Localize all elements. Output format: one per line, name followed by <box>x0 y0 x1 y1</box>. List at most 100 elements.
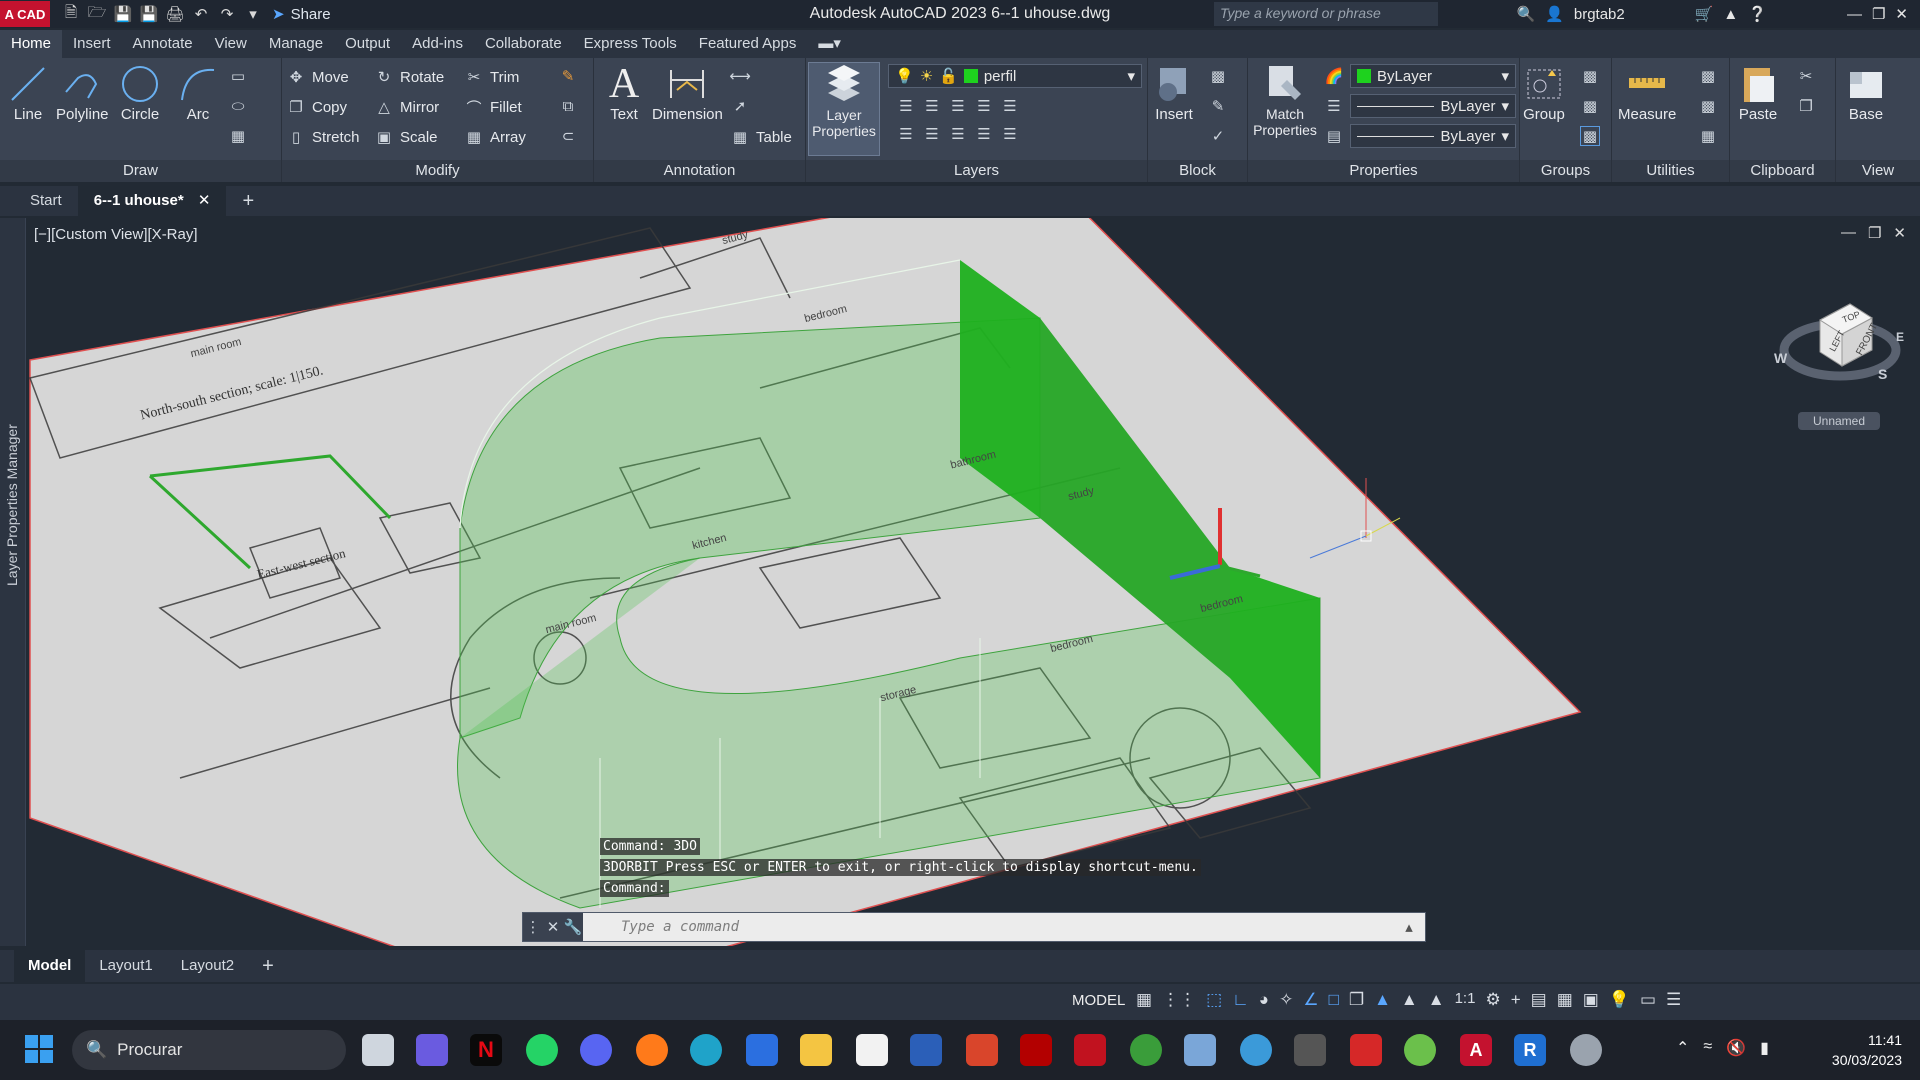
search-icon[interactable]: 🔍 <box>1516 5 1535 23</box>
netflix-icon[interactable]: N <box>470 1034 502 1066</box>
calculator-icon[interactable]: ▦ <box>1698 126 1718 146</box>
create-block-icon[interactable]: ▩ <box>1208 66 1228 86</box>
restore-icon[interactable]: ❐ <box>1868 224 1881 242</box>
autocad-taskbar-icon[interactable]: A <box>1460 1034 1492 1066</box>
layer-dropdown[interactable]: 💡 ☀ 🔓 perfil ▾ <box>888 64 1142 88</box>
battery-icon[interactable]: ▮ <box>1760 1038 1769 1058</box>
layer-on-icon[interactable]: ☰ <box>896 124 916 144</box>
selection-cycling-icon[interactable]: ❐ <box>1349 990 1364 1010</box>
customize-wrench-icon[interactable]: 🔧 <box>563 917 583 937</box>
compass-east[interactable]: E <box>1896 330 1904 344</box>
object-snap-icon[interactable]: □ <box>1329 990 1339 1010</box>
match-properties-button[interactable]: Match Properties <box>1252 62 1318 138</box>
file-explorer-icon[interactable] <box>800 1034 832 1066</box>
help-icon[interactable]: ❔ <box>1748 5 1767 23</box>
quick-properties-icon[interactable]: ▦ <box>1557 990 1573 1010</box>
array-button[interactable]: ▦ Array <box>464 124 526 150</box>
workspace-gear-icon[interactable]: ⚙ <box>1485 990 1500 1010</box>
properties-panel-title[interactable]: Properties <box>1248 160 1519 182</box>
line-button[interactable]: Line <box>6 62 50 123</box>
powerpoint-icon[interactable] <box>966 1034 998 1066</box>
offset-icon[interactable]: ⊂ <box>558 126 578 146</box>
linetype-dropdown[interactable]: ByLayer ▾ <box>1350 94 1516 118</box>
rotate-button[interactable]: ↻ Rotate <box>374 64 445 90</box>
lineweight-dropdown[interactable]: ByLayer ▾ <box>1350 124 1516 148</box>
system-clock[interactable]: 11:41 30/03/2023 <box>1832 1030 1902 1070</box>
groups-panel-title[interactable]: Groups <box>1520 160 1611 182</box>
share-button[interactable]: ➤ Share <box>272 5 331 24</box>
lock-ui-icon[interactable]: ▣ <box>1583 990 1599 1010</box>
globe-app-icon[interactable] <box>1240 1034 1272 1066</box>
compass-west[interactable]: W <box>1774 350 1787 366</box>
tab-collaborate[interactable]: Collaborate <box>474 30 573 58</box>
modify-panel-title[interactable]: Modify <box>282 160 593 182</box>
leader-icon[interactable]: ➚ <box>730 96 750 116</box>
match-layer-icon[interactable]: ☰ <box>1000 124 1020 144</box>
group-edit-icon[interactable]: ▩ <box>1580 96 1600 116</box>
teams-icon[interactable] <box>416 1034 448 1066</box>
edge-icon[interactable] <box>690 1034 722 1066</box>
arc-button[interactable]: Arc <box>176 62 220 123</box>
layer-lock-icon[interactable]: ☰ <box>974 96 994 116</box>
layer-unlock-icon[interactable]: ☰ <box>974 124 994 144</box>
ungroup-icon[interactable]: ▩ <box>1580 66 1600 86</box>
make-current-icon[interactable]: ☰ <box>1000 96 1020 116</box>
customize-menu-icon[interactable]: ☰ <box>1666 990 1681 1010</box>
3d-viewer-icon[interactable] <box>1184 1034 1216 1066</box>
tab-layout1[interactable]: Layout1 <box>85 950 166 982</box>
new-file-icon[interactable]: 🗎 <box>58 1 84 27</box>
save-as-icon[interactable]: 💾 <box>136 1 162 27</box>
model-space-toggle[interactable]: MODEL <box>1072 992 1125 1009</box>
snap-icon[interactable]: ⋮⋮ <box>1162 990 1196 1010</box>
layer-unisolate-icon[interactable]: ☰ <box>922 124 942 144</box>
redo-icon[interactable]: ↷ <box>214 1 240 27</box>
lineweight-icon[interactable]: ☰ <box>1324 96 1344 116</box>
base-view-button[interactable]: Base <box>1844 62 1888 123</box>
isolate-objects-icon[interactable]: 💡 <box>1609 990 1630 1010</box>
explode-icon[interactable]: ⧉ <box>558 96 578 116</box>
command-input[interactable]: Type a command <box>583 913 1425 941</box>
scale-button[interactable]: ▣ Scale <box>374 124 438 150</box>
minimize-icon[interactable]: — <box>1847 6 1862 23</box>
chevron-up-icon[interactable]: ⌃ <box>1676 1038 1689 1058</box>
volume-muted-icon[interactable]: 🔇 <box>1726 1038 1746 1058</box>
chevron-up-icon[interactable]: ▴ <box>1399 917 1419 937</box>
viewport-controls-label[interactable]: [−][Custom View][X-Ray] <box>34 226 198 243</box>
firefox-icon[interactable] <box>636 1034 668 1066</box>
edit-block-icon[interactable]: ✎ <box>1208 96 1228 116</box>
annotation-panel-title[interactable]: Annotation <box>594 160 805 182</box>
new-tab-icon[interactable]: + <box>226 186 270 216</box>
game-app-icon[interactable] <box>1294 1034 1326 1066</box>
tab-insert[interactable]: Insert <box>62 30 122 58</box>
text-button[interactable]: A Text <box>602 61 646 123</box>
green-app-icon[interactable] <box>1404 1034 1436 1066</box>
drag-handle-icon[interactable]: ⋮ <box>523 917 543 937</box>
drawing-viewport[interactable]: North-south section; scale: 1|150. East-… <box>0 218 1920 946</box>
save-icon[interactable]: 💾 <box>110 1 136 27</box>
dimension-button[interactable]: Dimension <box>652 62 723 123</box>
paste-button[interactable]: Paste <box>1736 62 1780 123</box>
taskbar-search[interactable]: 🔍 Procurar <box>72 1030 346 1070</box>
auto-scale-icon[interactable]: ▲ <box>1401 990 1418 1010</box>
user-name[interactable]: brgtab2 <box>1574 6 1625 23</box>
cut-icon[interactable]: ✂ <box>1796 66 1816 86</box>
draw-panel-title[interactable]: Draw <box>0 160 281 182</box>
layer-thaw-icon[interactable]: ☰ <box>948 124 968 144</box>
view-panel-title[interactable]: View <box>1836 160 1920 182</box>
stretch-button[interactable]: ▯ Stretch <box>286 124 360 150</box>
move-button[interactable]: ✥ Move <box>286 64 349 90</box>
ortho-icon[interactable]: ∟ <box>1232 990 1249 1010</box>
layer-isolate-icon[interactable]: ☰ <box>922 96 942 116</box>
annotation-visibility-icon[interactable]: ▲ <box>1374 990 1391 1010</box>
notepad-icon[interactable] <box>856 1034 888 1066</box>
tab-featured-apps[interactable]: Featured Apps <box>688 30 808 58</box>
tab-current-drawing[interactable]: 6--1 uhouse* ✕ <box>77 186 227 216</box>
color-dropdown[interactable]: ByLayer ▾ <box>1350 64 1516 88</box>
layer-freeze-icon[interactable]: ☰ <box>948 96 968 116</box>
block-panel-title[interactable]: Block <box>1148 160 1247 182</box>
help-search-input[interactable]: Type a keyword or phrase <box>1214 2 1438 26</box>
utilities-panel-title[interactable]: Utilities <box>1612 160 1729 182</box>
color-wheel-icon[interactable]: 🌈 <box>1324 66 1344 86</box>
tab-express-tools[interactable]: Express Tools <box>573 30 688 58</box>
layer-properties-side-panel[interactable]: Layer Properties Manager <box>0 218 26 946</box>
